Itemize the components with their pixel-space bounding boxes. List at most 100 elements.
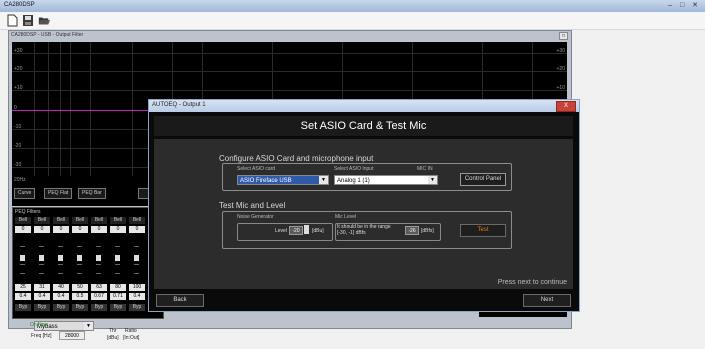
peq-bypass-button[interactable]: Byp (53, 304, 69, 311)
test-button[interactable]: Test (460, 224, 506, 237)
window-controls[interactable]: – □ ✕ (668, 1, 701, 9)
peq-bar-button[interactable]: PEQ Bar (78, 188, 106, 199)
continue-hint: Press next to continue (497, 279, 567, 286)
peq-fader-tick (96, 273, 101, 274)
curve-button[interactable]: Curve (14, 188, 36, 199)
peq-type-cell[interactable]: Bell (34, 217, 50, 224)
peq-fader-handle[interactable] (115, 255, 120, 261)
peq-gain-cell[interactable]: 0 (72, 226, 88, 233)
y-label: +20 (14, 66, 23, 72)
peq-gain-cell[interactable]: 0 (53, 226, 69, 233)
peq-q-cell[interactable]: 0.71 (110, 293, 126, 300)
peq-type-cell[interactable]: Bell (72, 217, 88, 224)
output-filter-close-button[interactable]: □ (559, 32, 568, 40)
x-label-left: 20Hz (14, 177, 26, 183)
peq-gain-cell[interactable]: 0 (91, 226, 107, 233)
peq-flat-button[interactable]: PEQ Flat (44, 188, 73, 199)
y-label: 0 (14, 105, 17, 111)
peq-freq-cell[interactable]: 80 (110, 284, 126, 291)
peq-fader-handle[interactable] (96, 255, 101, 261)
level-spinner[interactable] (304, 225, 309, 234)
peq-q-cell[interactable]: 0.5 (72, 293, 88, 300)
peq-q-cell[interactable]: 0.4 (53, 293, 69, 300)
app-title: CA280DSP (4, 2, 35, 8)
peq-q-cell[interactable]: 0.4 (129, 293, 145, 300)
peq-bypass-button[interactable]: Byp (72, 304, 88, 311)
mic-level-label: Mic Level (335, 214, 357, 220)
thr-label: Thr (109, 328, 117, 334)
peq-bypass-button[interactable]: Byp (110, 304, 126, 311)
peq-q-cell[interactable]: 0.67 (91, 293, 107, 300)
peq-fader-handle[interactable] (39, 255, 44, 261)
dialog-header: Set ASIO Card & Test Mic (154, 116, 573, 136)
peq-fader-tick (134, 246, 139, 247)
back-button[interactable]: Back (156, 294, 204, 307)
asio-card-select[interactable]: ASIO Fireface USB ▼ (237, 175, 329, 185)
y-label: -20 (14, 143, 22, 149)
peq-bypass-button[interactable]: Byp (91, 304, 107, 311)
peq-freq-cell[interactable]: 100 (129, 284, 145, 291)
peq-freq-cell[interactable]: 31 (34, 284, 50, 291)
level-label: Level (275, 228, 287, 234)
peq-type-cell[interactable]: Bell (91, 217, 107, 224)
peq-type-cell[interactable]: Bell (15, 217, 31, 224)
save-icon[interactable] (22, 14, 34, 27)
open-folder-icon[interactable] (38, 14, 50, 27)
peq-fader-handle[interactable] (58, 255, 63, 261)
status-text: On Now (30, 322, 49, 328)
control-panel-button[interactable]: Control Panel (460, 173, 506, 186)
y-label: +30 (14, 48, 23, 54)
peq-gain-cell[interactable]: 0 (34, 226, 50, 233)
dialog-title: AUTOEQ - Output 1 (152, 102, 206, 108)
peq-gain-cell[interactable]: 0 (15, 226, 31, 233)
peq-freq-cell[interactable]: 63 (91, 284, 107, 291)
peq-fader-tick (39, 246, 44, 247)
peq-fader-tick (77, 264, 82, 265)
dialog-heading: Set ASIO Card & Test Mic (300, 120, 427, 132)
peq-bypass-button[interactable]: Byp (129, 304, 145, 311)
peq-type-cell[interactable]: Bell (129, 217, 145, 224)
peq-fader-tick (96, 246, 101, 247)
peq-fader-tick (96, 264, 101, 265)
peq-bypass-button[interactable]: Byp (34, 304, 50, 311)
peq-fader-tick (20, 246, 25, 247)
toolbar (0, 12, 705, 30)
noise-generator-label: Noise Generator (237, 214, 274, 220)
y-label: +10 (14, 85, 23, 91)
dialog-close-button[interactable]: X (556, 101, 576, 112)
peq-fader-handle[interactable] (77, 255, 82, 261)
mic-level-unit: [dBfs] (421, 228, 434, 234)
mic-level-hint: It should be in the range [-30, -1] dBfs (337, 224, 391, 236)
peq-freq-cell[interactable]: 25 (15, 284, 31, 291)
level-field[interactable]: -20 (289, 226, 303, 235)
peq-bypass-button[interactable]: Byp (15, 304, 31, 311)
new-file-icon[interactable] (6, 14, 18, 27)
mic-level-field: -26 (405, 226, 419, 235)
next-button[interactable]: Next (523, 294, 571, 307)
peq-q-cell[interactable]: 0.4 (15, 293, 31, 300)
y-label-right: +20 (556, 66, 565, 72)
y-label: -30 (14, 162, 22, 168)
freq-field[interactable]: 28000 (59, 331, 85, 340)
peq-fader-tick (134, 273, 139, 274)
peq-gain-cell[interactable]: 0 (129, 226, 145, 233)
peq-fader-tick (115, 246, 120, 247)
peq-fader-tick (115, 264, 120, 265)
peq-type-cell[interactable]: Bell (110, 217, 126, 224)
level-unit: [dBu] (312, 228, 324, 234)
peq-fader-tick (58, 246, 63, 247)
filter-settings: Mybass ▼ Freq [Hz] 28000 Thr [dBu] Ratio … (29, 321, 179, 349)
peq-fader-handle[interactable] (20, 255, 25, 261)
peq-type-cell[interactable]: Bell (53, 217, 69, 224)
peq-q-cell[interactable]: 0.4 (34, 293, 50, 300)
ratio-label: Ratio (125, 328, 137, 334)
dialog-body: Configure ASIO Card and microphone input… (154, 139, 573, 289)
peq-freq-cell[interactable]: 40 (53, 284, 69, 291)
app-titlebar: CA280DSP – □ ✕ (0, 0, 705, 12)
peq-title: PEQ Filters (15, 209, 41, 215)
mic-in-label: MIC IN (417, 166, 433, 172)
asio-input-select[interactable]: Analog 1 (1) ▼ (334, 175, 438, 185)
peq-gain-cell[interactable]: 0 (110, 226, 126, 233)
peq-freq-cell[interactable]: 50 (72, 284, 88, 291)
peq-fader-handle[interactable] (134, 255, 139, 261)
